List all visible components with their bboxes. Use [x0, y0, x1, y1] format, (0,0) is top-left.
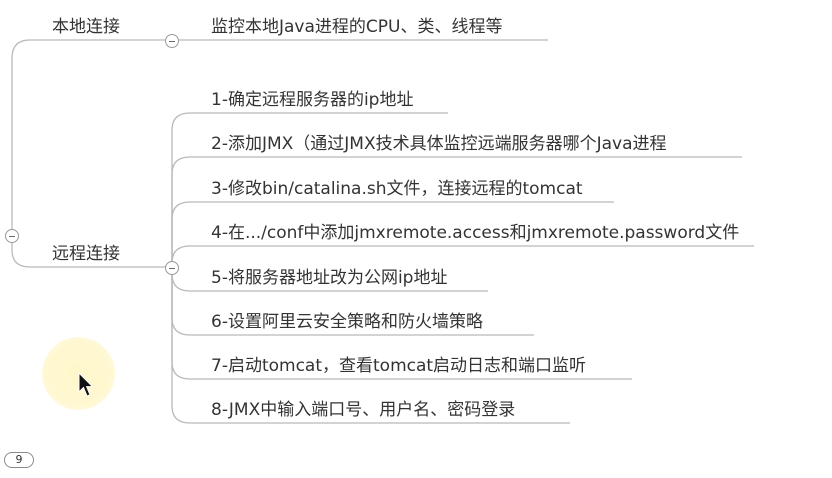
- remote-collapse-button[interactable]: [165, 261, 179, 275]
- remote-step-5[interactable]: 5-将服务器地址改为公网ip地址: [211, 267, 447, 289]
- mind-map-canvas: 本地连接 监控本地Java进程的CPU、类、线程等 远程连接 1-确定远程服务器…: [0, 0, 832, 478]
- remote-step-6[interactable]: 6-设置阿里云安全策略和防火墙策略: [211, 311, 483, 333]
- remote-step-4[interactable]: 4-在.../conf中添加jmxremote.access和jmxremote…: [211, 222, 739, 244]
- mouse-pointer-icon: [78, 372, 94, 397]
- collapsed-count-badge[interactable]: 9: [4, 452, 34, 468]
- local-collapse-button[interactable]: [165, 34, 179, 48]
- remote-step-2[interactable]: 2-添加JMX（通过JMX技术具体监控远端服务器哪个Java进程: [211, 133, 667, 155]
- local-child-1[interactable]: 监控本地Java进程的CPU、类、线程等: [211, 16, 502, 38]
- remote-step-7[interactable]: 7-启动tomcat，查看tomcat启动日志和端口监听: [211, 355, 586, 377]
- remote-step-1[interactable]: 1-确定远程服务器的ip地址: [211, 89, 413, 111]
- branch-local-label[interactable]: 本地连接: [52, 16, 120, 38]
- remote-step-8[interactable]: 8-JMX中输入端口号、用户名、密码登录: [211, 399, 515, 421]
- remote-step-3[interactable]: 3-修改bin/catalina.sh文件，连接远程的tomcat: [211, 178, 583, 200]
- root-collapse-button[interactable]: [5, 229, 19, 243]
- branch-remote-label[interactable]: 远程连接: [52, 243, 120, 265]
